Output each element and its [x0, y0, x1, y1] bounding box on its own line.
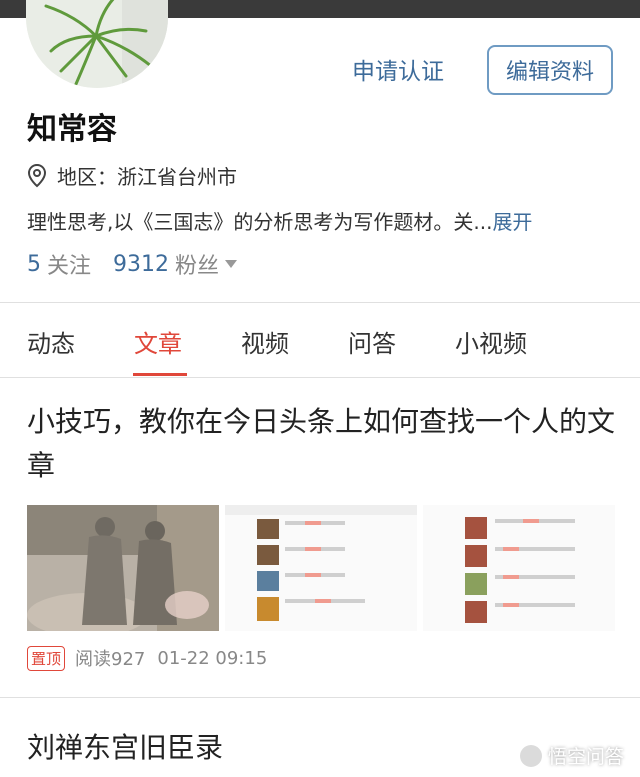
- watermark-text: 悟空问答: [548, 746, 625, 768]
- article-meta: 置顶 阅读927 01-22 09:15: [27, 645, 267, 671]
- edit-profile-button[interactable]: 编辑资料: [487, 45, 613, 95]
- tab-dynamic[interactable]: 动态: [27, 324, 75, 359]
- pinned-badge: 置顶: [27, 645, 66, 671]
- profile-name: 知常容: [27, 112, 117, 147]
- apply-certification-button[interactable]: 申请认证: [352, 52, 444, 86]
- avatar[interactable]: [26, 0, 168, 88]
- article-title[interactable]: 小技巧，教你在今日头条上如何查找一个人的文章: [27, 400, 617, 488]
- screenshot-thumbnail-image: [225, 505, 417, 631]
- tab-short-videos[interactable]: 小视频: [455, 324, 527, 359]
- bio: 理性思考,以《三国志》的分析思考为写作题材。关...展开: [27, 206, 532, 235]
- article-thumbnails[interactable]: [27, 505, 615, 631]
- statue-thumbnail-image: [27, 505, 219, 631]
- divider: [0, 377, 640, 378]
- article-title[interactable]: 刘禅东宫旧臣录: [27, 726, 223, 766]
- bio-expand-link[interactable]: 展开: [492, 210, 532, 234]
- chevron-down-icon[interactable]: [225, 260, 238, 268]
- plant-avatar-image: [26, 0, 168, 88]
- location-pin-icon: [27, 163, 47, 187]
- watermark: 悟空问答: [520, 742, 624, 769]
- follow-stats: 5 关注 9312 粉丝: [27, 248, 238, 280]
- tab-articles[interactable]: 文章: [134, 324, 182, 359]
- tab-videos[interactable]: 视频: [241, 324, 289, 359]
- profile-tabs: 动态 文章 视频 问答 小视频: [0, 306, 640, 376]
- following-count[interactable]: 5: [27, 252, 41, 277]
- fans-label[interactable]: 粉丝: [175, 248, 219, 280]
- screenshot-thumbnail-image: [423, 505, 615, 631]
- region-text: 地区：浙江省台州市: [57, 165, 237, 189]
- read-count: 阅读927: [75, 649, 146, 670]
- divider: [0, 697, 640, 698]
- wukong-logo-icon: [520, 744, 542, 767]
- active-tab-indicator: [133, 373, 187, 376]
- following-label[interactable]: 关注: [47, 248, 91, 280]
- publish-time: 01-22 09:15: [157, 647, 268, 669]
- divider: [0, 302, 640, 303]
- region-row: 地区：浙江省台州市: [27, 161, 237, 190]
- tab-qa[interactable]: 问答: [348, 324, 396, 359]
- fans-count[interactable]: 9312: [113, 252, 169, 277]
- bio-text: 理性思考,以《三国志》的分析思考为写作题材。关...: [27, 210, 493, 234]
